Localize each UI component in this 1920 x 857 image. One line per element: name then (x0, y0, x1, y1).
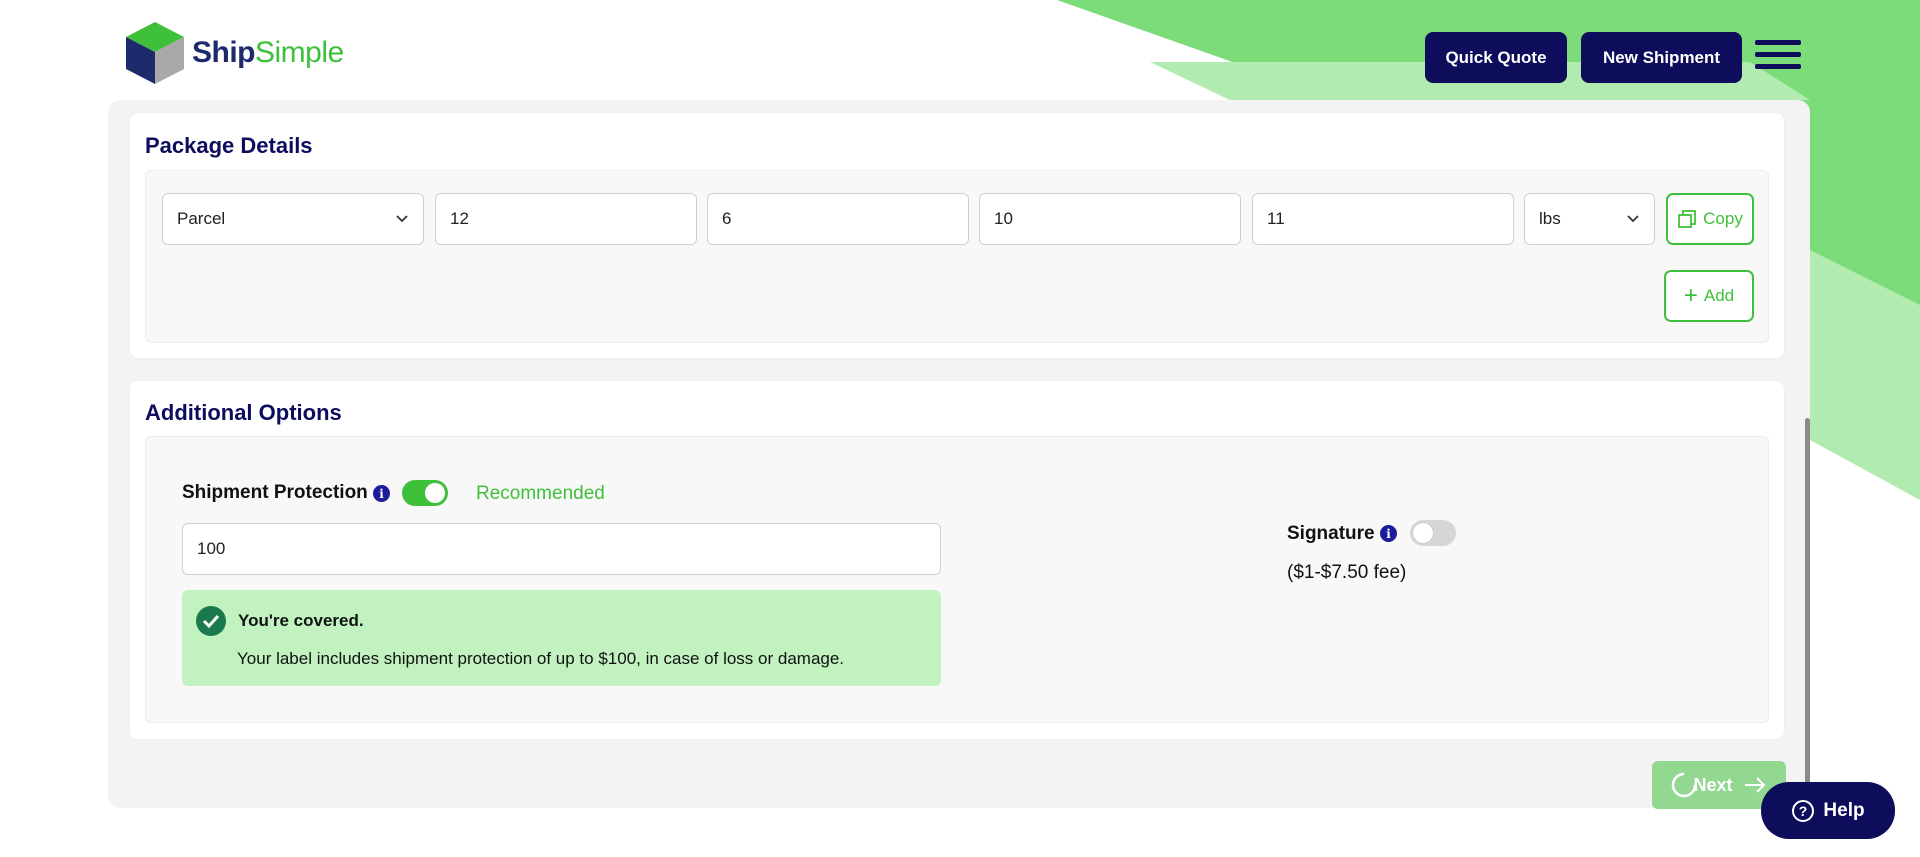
weight-unit-select[interactable]: lbs (1524, 193, 1655, 245)
weight-value: 11 (1267, 209, 1285, 228)
weight-input[interactable]: 11 (1252, 193, 1514, 245)
copy-label: Copy (1703, 209, 1743, 228)
protection-value: 100 (197, 539, 226, 558)
help-button[interactable]: ? Help (1761, 782, 1895, 839)
covered-text: Your label includes shipment protection … (237, 649, 845, 668)
width-input[interactable]: 6 (707, 193, 969, 245)
question-circle-icon: ? (1792, 799, 1815, 822)
package-details-title: Package Details (145, 133, 313, 158)
logo-text: ShipSimple (192, 36, 344, 69)
signature-toggle[interactable] (1410, 520, 1456, 546)
cube-logo-icon (126, 22, 184, 84)
next-label: Next (1693, 774, 1733, 795)
help-label: Help (1823, 799, 1865, 821)
package-type-value: Parcel (177, 209, 226, 228)
package-type-select[interactable]: Parcel (162, 193, 424, 245)
new-shipment-button[interactable]: New Shipment (1581, 32, 1742, 83)
scrollbar[interactable] (1805, 418, 1810, 808)
check-circle-icon (196, 606, 226, 636)
info-icon[interactable]: i (1380, 525, 1397, 542)
plus-icon: + (1683, 282, 1698, 309)
package-details-card: Package Details Parcel 12 6 10 11 lbs Co… (130, 113, 1784, 358)
protection-value-input[interactable]: 100 (182, 523, 941, 575)
height-input[interactable]: 10 (979, 193, 1241, 245)
shipment-protection-label: Shipment Protection (182, 482, 368, 503)
coverage-notice: You're covered. Your label includes ship… (182, 590, 941, 686)
covered-title: You're covered. (238, 611, 364, 630)
chevron-down-icon (396, 215, 408, 223)
add-label: Add (1703, 286, 1735, 305)
chevron-down-icon (1627, 215, 1639, 223)
info-icon[interactable]: i (373, 485, 390, 502)
hamburger-menu-icon[interactable] (1755, 40, 1801, 74)
logo[interactable]: ShipSimple (124, 20, 344, 86)
length-input[interactable]: 12 (435, 193, 697, 245)
width-value: 6 (722, 209, 732, 228)
additional-options-title: Additional Options (145, 400, 342, 425)
signature-label: Signature (1287, 523, 1375, 544)
length-value: 12 (450, 209, 469, 228)
add-button[interactable]: + Add (1664, 270, 1754, 322)
copy-icon (1678, 210, 1697, 228)
arrow-right-icon (1744, 777, 1765, 793)
copy-button[interactable]: Copy (1666, 193, 1754, 245)
shipment-protection-toggle[interactable] (402, 480, 448, 506)
package-row-container: Parcel 12 6 10 11 lbs Copy + Add (145, 170, 1769, 343)
quick-quote-button[interactable]: Quick Quote (1425, 32, 1567, 83)
height-value: 10 (994, 209, 1013, 228)
weight-unit-value: lbs (1539, 209, 1561, 228)
signature-fee: ($1-$7.50 fee) (1287, 562, 1407, 583)
recommended-label: Recommended (476, 483, 605, 504)
svg-text:?: ? (1799, 803, 1808, 819)
